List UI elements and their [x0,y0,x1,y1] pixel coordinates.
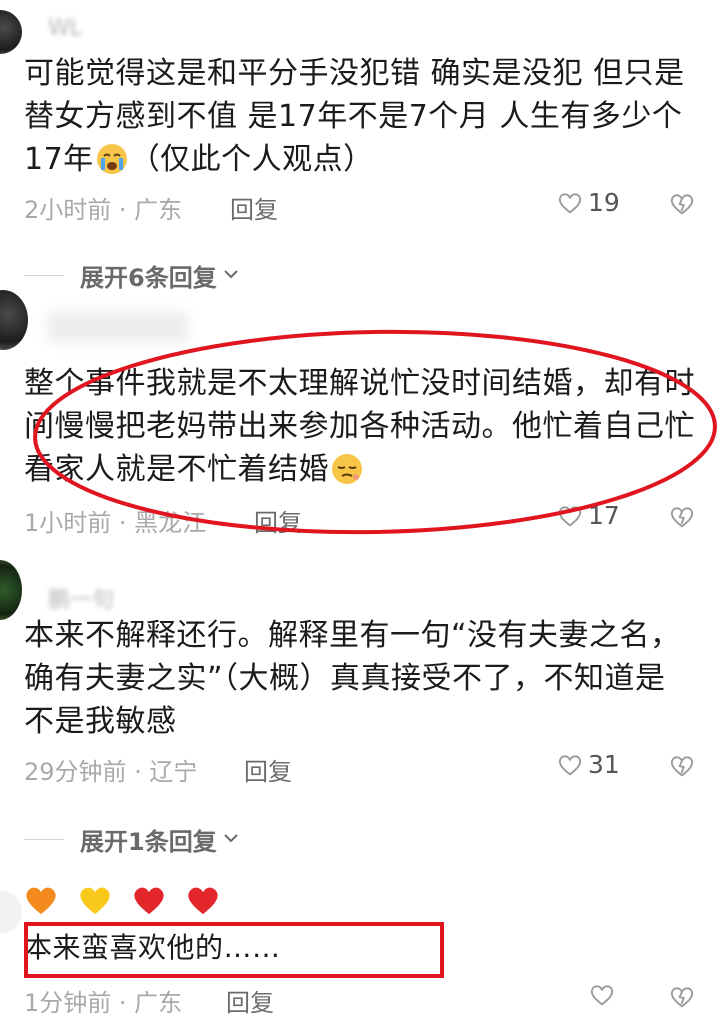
username-blur [48,312,188,342]
comment-line: 17年 （仅此个人观点） [24,142,374,177]
comment-meta: 1小时前 · 黑龙江 [24,509,207,537]
comment-meta: 29分钟前 · 辽宁 [24,758,198,786]
dislike-icon[interactable] [668,752,696,780]
comment-text: 整个事件我就是不太理解说忙没时间结婚，却有时 间慢慢把老妈带出来参加各种活动。他… [24,362,697,491]
dislike-icon[interactable] [668,190,696,218]
comment-meta: 1分钟前 · 广东 [24,989,183,1017]
comment-line: 本来不解释还行。解释里有一句“没有夫妻之名， [24,618,681,653]
avatar[interactable] [0,10,22,54]
comment-line: 不是我敏感 [24,704,177,739]
reply-button[interactable]: 回复 [254,503,302,538]
divider [24,838,64,841]
comment-text: 本来不解释还行。解释里有一句“没有夫妻之名， 确有夫妻之实”（大概）真真接受不了… [24,614,697,743]
heart-icon [556,502,584,530]
like-count: 19 [588,188,620,217]
avatar[interactable] [0,560,22,620]
pensive-face-icon [331,453,363,485]
like-button[interactable]: 19 [556,188,620,217]
expand-replies-label: 展开6条回复 [80,264,217,292]
reply-button[interactable]: 回复 [244,752,292,787]
like-button[interactable]: 17 [556,501,620,530]
chevron-down-icon [221,828,241,852]
username[interactable]: WL [48,16,82,41]
heart-icon [588,981,616,1009]
heart-icon [556,189,584,217]
comment-meta: 2小时前 · 广东 [24,196,183,224]
dislike-icon[interactable] [668,983,696,1011]
comment-text: 可能觉得这是和平分手没犯错 确实是没犯 但只是 替女方感到不值 是17年不是7个… [24,52,697,181]
expand-replies-button[interactable]: 展开6条回复 [24,258,241,293]
orange-heart-icon [24,884,58,920]
comment-line: 可能觉得这是和平分手没犯错 确实是没犯 但只是 [24,56,685,91]
avatar[interactable] [0,290,28,350]
comment-line: 看家人就是不忙着结婚 [24,448,697,491]
reply-button[interactable]: 回复 [230,190,278,225]
reply-button[interactable]: 回复 [226,983,274,1018]
like-button[interactable]: 31 [556,750,620,779]
divider [24,274,64,277]
crying-face-icon [96,143,128,175]
emoji-hearts [24,884,220,920]
username[interactable]: 鹏一句 [48,582,114,614]
comment-line: 间慢慢把老妈带出来参加各种活动。他忙着自己忙 [24,409,695,444]
dislike-icon[interactable] [668,503,696,531]
yellow-heart-icon [78,884,112,920]
red-heart-icon [186,884,220,920]
red-heart-icon [132,884,166,920]
expand-replies-button[interactable]: 展开1条回复 [24,822,241,857]
like-count: 31 [588,750,620,779]
comment-line: 确有夫妻之实”（大概）真真接受不了，不知道是 [24,661,666,696]
comment-line: 替女方感到不值 是17年不是7个月 人生有多少个 [24,99,683,134]
chevron-down-icon [221,264,241,288]
avatar[interactable] [0,890,22,934]
comment-text: 本来蛮喜欢他的…… [24,931,281,964]
like-count: 17 [588,501,620,530]
heart-icon [556,751,584,779]
expand-replies-label: 展开1条回复 [80,828,217,856]
like-button[interactable] [588,981,620,1009]
comment-line: 整个事件我就是不太理解说忙没时间结婚，却有时 [24,366,695,401]
